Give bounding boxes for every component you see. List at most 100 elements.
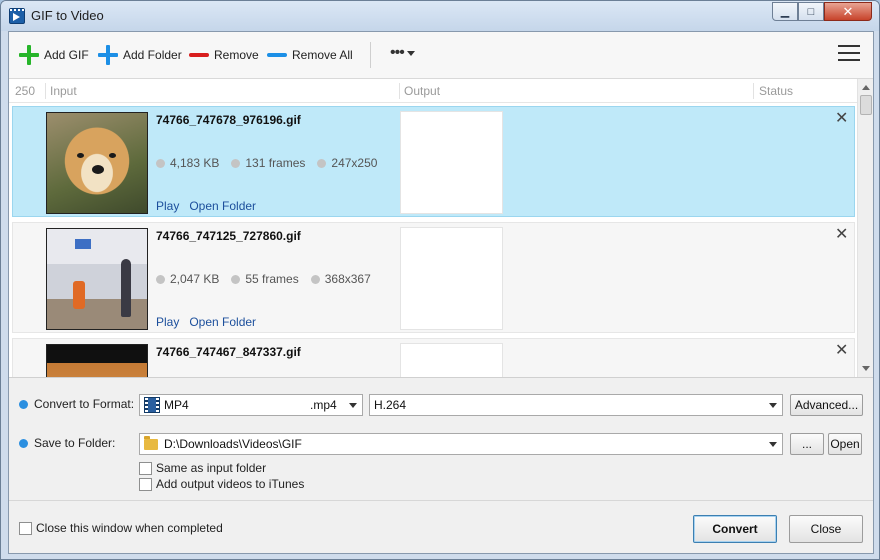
frame-count: 131 frames [245, 156, 306, 170]
close-icon: ✕ [842, 3, 854, 19]
column-header-status[interactable]: Status [759, 84, 793, 98]
format-label: Convert to Format: [34, 397, 135, 411]
remove-label: Remove [214, 48, 259, 62]
chevron-down-icon [769, 442, 777, 447]
bullet-icon [317, 158, 327, 168]
column-header-output[interactable]: Output [404, 84, 440, 98]
gif-thumbnail [46, 344, 148, 377]
same-as-input-label: Same as input folder [156, 461, 267, 475]
convert-button[interactable]: Convert [693, 515, 777, 543]
gif-thumbnail [46, 112, 148, 214]
format-extension: .mp4 [310, 398, 337, 412]
list-item[interactable]: 74766_747125_727860.gif 2,047 KB 55 fram… [12, 222, 855, 333]
frame-count: 55 frames [245, 272, 299, 286]
output-preview [400, 111, 503, 214]
folder-icon [144, 435, 158, 450]
remove-all-label: Remove All [292, 48, 353, 62]
file-size: 4,183 KB [170, 156, 220, 170]
bullet-icon [231, 158, 241, 168]
format-value: MP4 [164, 398, 189, 412]
open-folder-link[interactable]: Open Folder [189, 315, 256, 329]
scrollbar-thumb[interactable] [860, 95, 872, 115]
title-bar[interactable]: GIF to Video ▁ □ ✕ [1, 1, 879, 31]
maximize-icon: □ [807, 5, 815, 18]
column-header-input[interactable]: Input [50, 84, 77, 98]
output-folder-path: D:\Downloads\Videos\GIF [164, 437, 302, 451]
bullet-icon [231, 274, 241, 284]
toolbar-divider [370, 42, 371, 68]
close-icon: ✕ [835, 342, 849, 359]
minus-icon [267, 53, 287, 57]
bullet-icon [19, 399, 28, 409]
scroll-down-icon[interactable] [862, 366, 870, 371]
minus-icon [189, 53, 209, 57]
file-size: 2,047 KB [170, 272, 220, 286]
plus-icon [19, 45, 39, 65]
remove-item-button[interactable]: ✕ [835, 343, 848, 359]
list-item[interactable]: 74766_747467_847337.gif ✕ [12, 338, 855, 377]
more-dots-icon: ••• [390, 44, 405, 61]
add-folder-label: Add Folder [123, 48, 182, 62]
file-count: 250 [15, 84, 36, 98]
play-link[interactable]: Play [156, 315, 179, 329]
play-link[interactable]: Play [156, 199, 179, 213]
list-item[interactable]: 74766_747678_976196.gif 4,183 KB 131 fra… [12, 106, 855, 217]
remove-all-button[interactable]: Remove All [267, 44, 353, 66]
output-preview [400, 227, 503, 330]
open-folder-button[interactable]: Open [828, 433, 862, 455]
bullet-icon [156, 274, 165, 284]
list-header: 250 Input Output Status [9, 79, 857, 103]
app-window: GIF to Video ▁ □ ✕ Add GIF Add Folder Re… [0, 0, 880, 560]
bullet-icon [156, 158, 165, 168]
add-itunes-checkbox[interactable]: Add output videos to iTunes [139, 477, 304, 491]
close-when-done-checkbox[interactable]: Close this window when completed [19, 521, 223, 535]
dimensions: 247x250 [331, 156, 378, 170]
browse-button[interactable]: ... [790, 433, 824, 455]
add-itunes-label: Add output videos to iTunes [156, 477, 305, 491]
chevron-down-icon [349, 403, 357, 408]
gif-thumbnail [46, 228, 148, 330]
folder-label: Save to Folder: [34, 436, 116, 450]
more-options-button[interactable]: ••• [390, 44, 415, 62]
checkbox-icon[interactable] [139, 461, 152, 475]
footer: Close this window when completed Convert… [9, 502, 873, 553]
remove-item-button[interactable]: ✕ [835, 111, 848, 127]
app-icon [9, 8, 25, 24]
same-as-input-checkbox[interactable]: Same as input folder [139, 461, 266, 475]
format-select[interactable]: MP4 .mp4 [139, 394, 363, 416]
close-icon: ✕ [835, 226, 849, 243]
dimensions: 368x367 [324, 272, 371, 286]
menu-button[interactable] [838, 45, 860, 63]
codec-value: H.264 [374, 398, 407, 412]
codec-select[interactable]: H.264 [369, 394, 783, 416]
file-list: 250 Input Output Status 74766_747678_976… [9, 78, 873, 378]
add-folder-button[interactable]: Add Folder [98, 44, 182, 66]
output-settings: Convert to Format: MP4 .mp4 H.264 Advanc… [9, 379, 873, 501]
add-gif-button[interactable]: Add GIF [19, 44, 89, 66]
bullet-icon [310, 274, 320, 284]
checkbox-icon[interactable] [139, 477, 152, 491]
file-name: 74766_747125_727860.gif [156, 229, 301, 243]
window-title: GIF to Video [31, 8, 104, 23]
add-gif-label: Add GIF [44, 48, 89, 62]
list-scrollbar[interactable] [857, 79, 873, 377]
advanced-button[interactable]: Advanced... [790, 394, 863, 416]
remove-item-button[interactable]: ✕ [835, 227, 848, 243]
checkbox-icon[interactable] [19, 521, 32, 535]
output-folder-select[interactable]: D:\Downloads\Videos\GIF [139, 433, 783, 455]
plus-icon [98, 45, 118, 65]
remove-button[interactable]: Remove [189, 44, 259, 66]
file-name: 74766_747467_847337.gif [156, 345, 301, 359]
close-button[interactable]: Close [789, 515, 863, 543]
close-window-button[interactable]: ✕ [824, 2, 872, 21]
toolbar: Add GIF Add Folder Remove Remove All ••• [9, 32, 873, 78]
close-when-done-label: Close this window when completed [36, 521, 223, 535]
scroll-up-icon[interactable] [862, 85, 870, 90]
open-folder-link[interactable]: Open Folder [189, 199, 256, 213]
bullet-icon [19, 438, 28, 448]
file-meta: 4,183 KB 131 frames 247x250 [156, 156, 377, 170]
hamburger-menu-icon [838, 45, 860, 47]
maximize-button[interactable]: □ [798, 2, 824, 21]
client-area: Add GIF Add Folder Remove Remove All ••• [8, 31, 874, 554]
minimize-button[interactable]: ▁ [772, 2, 798, 21]
